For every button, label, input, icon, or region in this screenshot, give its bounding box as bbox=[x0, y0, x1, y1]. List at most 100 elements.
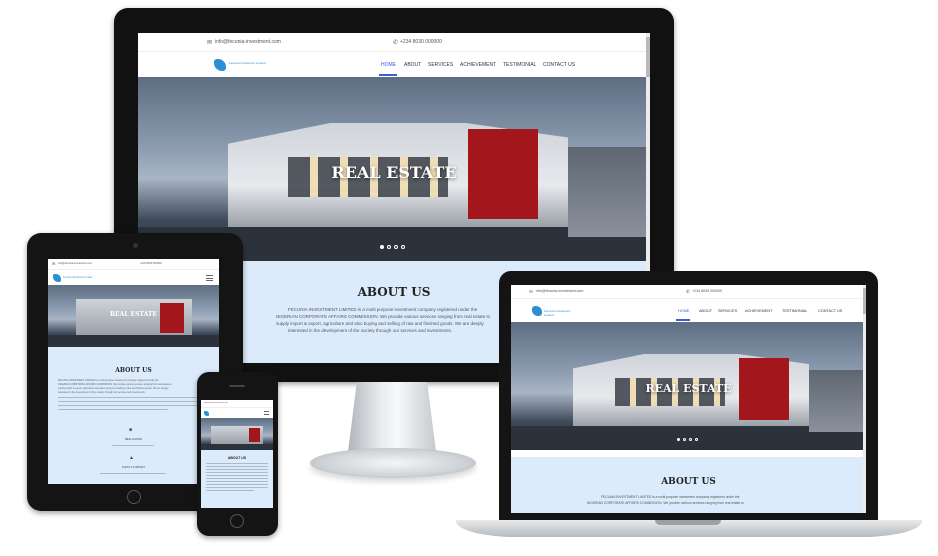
site-logo[interactable]: Fecunia Investment Limited bbox=[214, 58, 270, 73]
hero-title: REAL ESTATE bbox=[645, 382, 732, 395]
nav-about[interactable]: ABOUT bbox=[404, 62, 421, 68]
about-text-blur bbox=[206, 469, 268, 470]
hero-title: REAL ESTATE bbox=[331, 163, 457, 182]
slider-dot[interactable] bbox=[689, 438, 692, 441]
tablet-home-button[interactable] bbox=[127, 490, 141, 504]
about-text-line: NIGERIAN CORPORATE AFFAIRS COMMISSION. W… bbox=[587, 501, 744, 505]
phone-icon: ✆ bbox=[686, 289, 690, 294]
phone-topbar: info@fecunia-investment.com bbox=[201, 400, 273, 407]
logo-text: Fecunia Investment Limited bbox=[63, 276, 93, 279]
logo-emblem-icon[interactable] bbox=[532, 306, 542, 316]
about-text-line: FECUNIA INVESTMENT LIMITED is a multi pu… bbox=[601, 495, 740, 499]
nav-achievement[interactable]: ACHIEVEMENT bbox=[745, 309, 772, 313]
phone-speaker bbox=[229, 385, 245, 387]
about-text-line: supply import & export, agriculture and … bbox=[276, 321, 484, 326]
logo-emblem-icon bbox=[214, 59, 226, 71]
hero-image-red-wall bbox=[160, 303, 184, 333]
service-label: REAL ESTATE bbox=[124, 438, 143, 441]
tablet-camera bbox=[133, 243, 138, 248]
laptop-about-section: ABOUT US FECUNIA INVESTMENT LIMITED is a… bbox=[511, 457, 866, 513]
about-text-blur bbox=[58, 405, 208, 406]
contact-phone[interactable]: +234 8030 000000 bbox=[692, 289, 722, 293]
about-text-blur bbox=[206, 478, 268, 479]
about-text-line: FECUNIA INVESTMENT LIMITED is a multi pu… bbox=[58, 379, 159, 382]
tablet-about-section: ABOUT US FECUNIA INVESTMENT LIMITED is a… bbox=[48, 347, 219, 484]
about-text-line: interested in the development of the soc… bbox=[58, 391, 146, 394]
slider-dot-active[interactable] bbox=[677, 438, 680, 441]
tablet-hero: REAL ESTATE bbox=[48, 285, 219, 347]
nav-active-underline bbox=[379, 74, 397, 76]
hamburger-menu-icon[interactable] bbox=[264, 411, 269, 415]
contact-email[interactable]: info@fecunia-investment.com bbox=[215, 39, 281, 45]
about-text-blur bbox=[58, 409, 168, 410]
about-text-blur bbox=[206, 481, 268, 482]
laptop-scrollbar[interactable] bbox=[863, 285, 866, 513]
service-text-blur bbox=[112, 445, 154, 446]
nav-home[interactable]: HOME bbox=[678, 309, 689, 313]
about-text-blur bbox=[58, 397, 208, 398]
envelope-icon: ✉ bbox=[207, 40, 213, 46]
about-text-blur bbox=[58, 401, 208, 402]
hero-title: REAL ESTATE bbox=[110, 311, 157, 318]
about-text-line: interested in the development of the soc… bbox=[288, 328, 453, 333]
nav-achievement[interactable]: ACHIEVEMENT bbox=[460, 62, 496, 68]
about-text-blur bbox=[206, 490, 254, 491]
slider-dot[interactable] bbox=[387, 245, 391, 249]
hero-image-right-building bbox=[568, 147, 650, 237]
nav-contact[interactable]: CONTACT US bbox=[543, 62, 575, 68]
contact-phone[interactable]: +234 8030 000000 bbox=[400, 39, 442, 45]
about-text-blur bbox=[206, 472, 268, 473]
monitor-base bbox=[310, 448, 476, 478]
slider-dot[interactable] bbox=[394, 245, 398, 249]
phone-icon: ✆ bbox=[393, 40, 399, 46]
contact-email[interactable]: info@fecunia-investment.com bbox=[536, 289, 583, 293]
about-text-line: NIGERIAN CORPORATE AFFAIRS COMMISSION. W… bbox=[58, 383, 172, 386]
slider-dot[interactable] bbox=[695, 438, 698, 441]
slider-dot[interactable] bbox=[683, 438, 686, 441]
nav-testimonial[interactable]: TESTIMONIAL bbox=[782, 309, 807, 313]
laptop-topbar: ✉ info@fecunia-investment.com ✆ +234 803… bbox=[511, 285, 866, 298]
about-text-line: supply import & export, agriculture and … bbox=[58, 387, 169, 390]
about-text-blur bbox=[206, 466, 268, 467]
nav-active-underline bbox=[676, 319, 690, 321]
about-text-blur bbox=[206, 484, 268, 485]
nav-testimonial[interactable]: TESTIMONIAL bbox=[503, 62, 536, 68]
hero-image-red-wall bbox=[249, 428, 260, 442]
logo-text: Fecunia Investment Limited bbox=[544, 309, 571, 316]
logo-emblem-icon[interactable] bbox=[204, 411, 209, 416]
about-text-line: FECUNIA INVESTMENT LIMITED is a multi pu… bbox=[288, 307, 478, 312]
phone-home-button[interactable] bbox=[230, 514, 244, 528]
contact-phone[interactable]: +234 8030 000000 bbox=[140, 262, 162, 265]
top-contact-bar: ✉ info@fecunia-investment.com ✆ +234 803… bbox=[138, 33, 650, 51]
hero-image-right-building bbox=[809, 370, 866, 432]
tablet-navbar: Fecunia Investment Limited bbox=[48, 269, 219, 286]
monitor-stand bbox=[348, 382, 436, 452]
envelope-icon: ✉ bbox=[529, 289, 533, 294]
hamburger-menu-icon[interactable] bbox=[206, 275, 213, 281]
nav-about[interactable]: ABOUT bbox=[699, 309, 712, 313]
hero-image-ground bbox=[48, 335, 219, 347]
contact-email[interactable]: info@fecunia-investment.com bbox=[204, 402, 240, 405]
nav-contact[interactable]: CONTACT US bbox=[818, 309, 842, 313]
tablet-screen: ✉ info@fecunia-investment.com +234 8030 … bbox=[48, 259, 219, 484]
about-title: ABOUT US bbox=[115, 367, 152, 374]
envelope-icon: ✉ bbox=[52, 261, 56, 266]
about-title: ABOUT US bbox=[661, 477, 716, 487]
tablet-topbar: ✉ info@fecunia-investment.com +234 8030 … bbox=[48, 259, 219, 269]
slider-dot-active[interactable] bbox=[380, 245, 384, 249]
nav-home[interactable]: HOME bbox=[381, 62, 396, 68]
nav-services[interactable]: SERVICES bbox=[718, 309, 737, 313]
phone-screen: info@fecunia-investment.com ABOUT US bbox=[201, 400, 273, 508]
slider-dot[interactable] bbox=[401, 245, 405, 249]
laptop-hero: REAL ESTATE bbox=[511, 322, 866, 450]
contact-email[interactable]: info@fecunia-investment.com bbox=[58, 262, 92, 265]
about-text-blur bbox=[206, 463, 268, 464]
nav-services[interactable]: SERVICES bbox=[428, 62, 453, 68]
service-text-blur bbox=[100, 473, 166, 474]
service-home-icon: ■ bbox=[129, 427, 133, 433]
about-text-blur bbox=[206, 475, 268, 476]
logo-emblem-icon[interactable] bbox=[53, 274, 61, 282]
main-navbar: Fecunia Investment Limited HOME ABOUT SE… bbox=[138, 51, 650, 78]
service-label: SUPPLY & IMPORT bbox=[121, 466, 146, 469]
about-title: ABOUT US bbox=[227, 456, 247, 460]
